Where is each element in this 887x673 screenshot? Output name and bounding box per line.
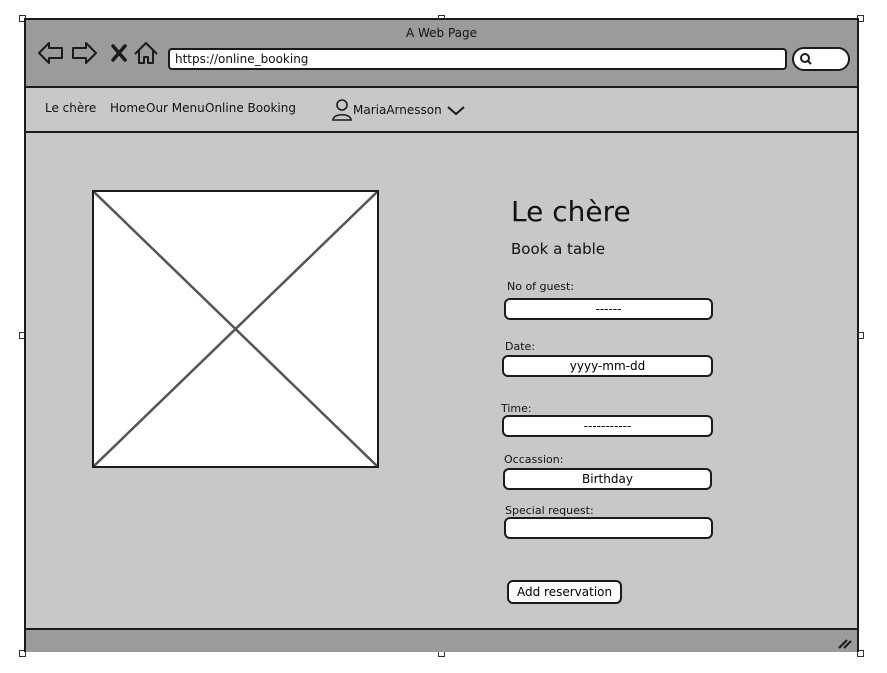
page-subtitle: Book a table [511, 240, 606, 258]
search-box[interactable] [792, 47, 850, 71]
nav-item-online-booking[interactable]: Online Booking [205, 101, 296, 115]
user-icon [332, 99, 352, 121]
user-menu[interactable]: MariaArnesson [331, 98, 466, 122]
time-label: Time: [501, 402, 532, 415]
browser-window: A Web Page https://online_booking Le chè… [24, 18, 859, 652]
guests-select[interactable] [504, 298, 713, 320]
special-request-label: Special request: [505, 504, 594, 517]
date-input[interactable] [502, 355, 713, 377]
resize-grip-icon[interactable] [836, 635, 852, 649]
occasion-select[interactable] [503, 468, 712, 490]
date-label: Date: [505, 340, 535, 353]
nav-item-our-menu[interactable]: Our Menu [146, 101, 205, 115]
page-title: Le chère [511, 195, 631, 228]
site-navbar: Le chère Home Our Menu Online Booking Ma… [26, 88, 857, 133]
chevron-down-icon[interactable] [446, 103, 466, 117]
search-icon[interactable] [797, 49, 817, 69]
nav-brand[interactable]: Le chère [45, 101, 96, 115]
user-name: MariaArnesson [353, 103, 442, 117]
close-x-icon[interactable] [111, 44, 127, 62]
window-title: A Web Page [405, 26, 478, 40]
guests-label: No of guest: [507, 280, 575, 293]
time-select[interactable] [502, 415, 713, 437]
status-bar [26, 628, 857, 652]
browser-titlebar: A Web Page https://online_booking [26, 20, 857, 88]
occasion-label: Occassion: [504, 453, 564, 466]
back-arrow-icon[interactable] [38, 42, 63, 64]
url-bar[interactable]: https://online_booking [168, 48, 787, 70]
special-request-input[interactable] [504, 517, 713, 539]
image-placeholder-icon [93, 191, 378, 467]
browser-nav-icons [38, 42, 158, 64]
forward-arrow-icon[interactable] [72, 42, 97, 64]
add-reservation-button[interactable]: Add reservation [507, 580, 623, 604]
image-placeholder [92, 190, 379, 468]
home-icon[interactable] [134, 42, 158, 64]
nav-item-home[interactable]: Home [110, 101, 145, 115]
